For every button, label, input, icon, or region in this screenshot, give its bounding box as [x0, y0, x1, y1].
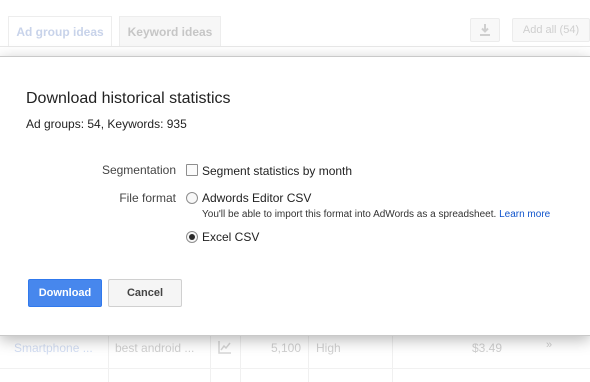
radio-selected-dot: [189, 234, 195, 240]
adwords-editor-csv-label[interactable]: Adwords Editor CSV: [202, 191, 311, 205]
download-button[interactable]: [470, 18, 500, 42]
row-divider: [0, 368, 590, 369]
cancel-button[interactable]: Cancel: [108, 279, 182, 307]
column-divider: [392, 334, 393, 382]
file-format-label: File format: [119, 191, 176, 205]
segmentation-label: Segmentation: [101, 163, 176, 177]
download-icon: [478, 24, 492, 40]
excel-csv-label[interactable]: Excel CSV: [202, 230, 259, 244]
radio-adwords-editor-csv[interactable]: [186, 192, 198, 204]
column-divider: [210, 334, 211, 382]
dialog-summary: Ad groups: 54, Keywords: 935: [26, 117, 187, 131]
column-divider: [108, 334, 109, 382]
trend-chart-icon[interactable]: [218, 340, 232, 357]
dialog-title: Download historical statistics: [26, 90, 231, 107]
download-button-primary[interactable]: Download: [28, 279, 102, 307]
download-dialog: Download historical statistics Ad groups…: [0, 56, 590, 336]
chevron-double-icon[interactable]: »: [546, 339, 552, 351]
keywords-cell: best android ...: [115, 341, 195, 355]
segment-by-month-label[interactable]: Segment statistics by month: [202, 164, 352, 178]
ad-group-link[interactable]: Smartphone ...: [14, 341, 93, 355]
column-divider: [240, 334, 241, 382]
tab-keyword-ideas[interactable]: Keyword ideas: [119, 16, 221, 46]
column-divider: [308, 334, 309, 382]
tab-bar: Ad group ideas Keyword ideas Add all (54…: [0, 0, 590, 47]
add-all-button[interactable]: Add all (54): [512, 18, 590, 42]
avg-monthly-searches: 5,100: [271, 341, 302, 355]
segment-by-month-checkbox[interactable]: [186, 164, 198, 176]
learn-more-link[interactable]: Learn more: [499, 209, 550, 220]
suggested-bid-cell: $3.49: [472, 341, 503, 355]
tab-ad-group-ideas[interactable]: Ad group ideas: [8, 16, 112, 46]
competition-cell: High: [316, 341, 341, 355]
format-hint-text: You'll be able to import this format int…: [202, 209, 497, 220]
adwords-editor-csv-hint: You'll be able to import this format int…: [202, 209, 550, 220]
radio-excel-csv[interactable]: [186, 231, 198, 243]
